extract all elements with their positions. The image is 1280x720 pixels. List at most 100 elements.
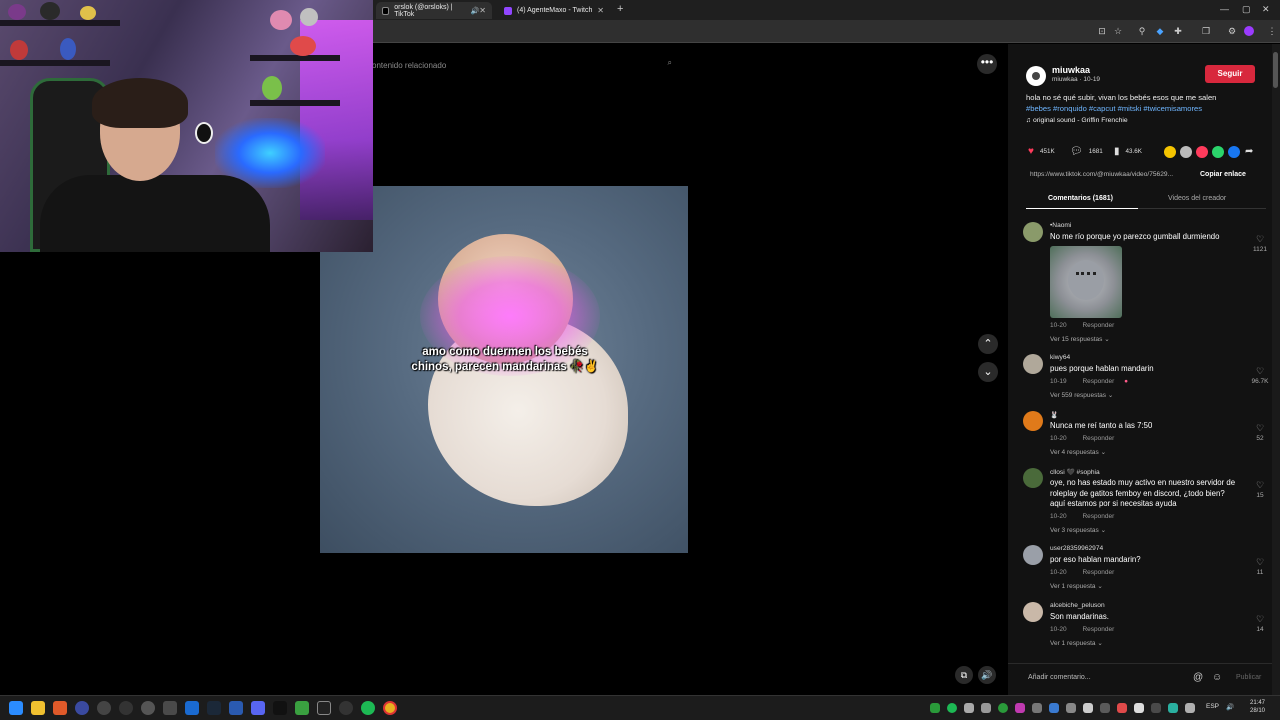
- sound-link[interactable]: ♫ original sound - Griffin Frenchie: [1026, 117, 1128, 124]
- share-arrow-icon[interactable]: ➦: [1245, 146, 1259, 157]
- tray-icon[interactable]: [1168, 703, 1178, 713]
- comment-bubble-icon[interactable]: 💬︎: [1070, 146, 1083, 157]
- reply-button[interactable]: Responder: [1082, 626, 1114, 633]
- tray-icon[interactable]: [1032, 703, 1042, 713]
- comment-like[interactable]: ♡ 96.7K: [1245, 366, 1275, 385]
- next-video-chevron-down-icon[interactable]: ⌄: [978, 362, 998, 382]
- bookmark-icon[interactable]: ▮: [1114, 146, 1120, 157]
- tab-creator-videos[interactable]: Videos del creador: [1168, 195, 1226, 202]
- tray-icon[interactable]: [1185, 703, 1195, 713]
- tray-icon[interactable]: [1100, 703, 1110, 713]
- author-name[interactable]: miuwkaa: [1052, 65, 1090, 75]
- reply-button[interactable]: Responder: [1082, 513, 1114, 520]
- hashtags[interactable]: #bebes #ronquido #capcut #mitski #twicem…: [1026, 104, 1202, 113]
- tiktok-icon[interactable]: [273, 701, 287, 715]
- app-icon[interactable]: [317, 701, 331, 715]
- view-replies-button[interactable]: Ver 1 respuesta ⌄: [1050, 582, 1103, 590]
- search-icon[interactable]: ⌕: [668, 58, 672, 68]
- tray-icon[interactable]: [1049, 703, 1059, 713]
- tray-icon[interactable]: [1066, 703, 1076, 713]
- heart-icon[interactable]: ♥: [1028, 146, 1034, 157]
- app-icon[interactable]: [295, 701, 309, 715]
- app-icon[interactable]: [229, 701, 243, 715]
- spotify-icon[interactable]: [361, 701, 375, 715]
- comment-username[interactable]: alcebiche_peluson: [1050, 602, 1105, 609]
- app-icon[interactable]: [163, 701, 177, 715]
- profile-icon[interactable]: ⚙: [1226, 25, 1238, 37]
- heart-icon[interactable]: ♡: [1245, 423, 1275, 434]
- clock[interactable]: 21:47 28/10: [1250, 699, 1265, 715]
- menu-icon[interactable]: ⋮: [1266, 25, 1278, 37]
- comment-username[interactable]: 🐰: [1050, 411, 1058, 419]
- reply-button[interactable]: Responder: [1082, 322, 1114, 329]
- volume-icon[interactable]: 🔊: [978, 666, 996, 684]
- author-avatar[interactable]: [1026, 66, 1046, 86]
- app-icon[interactable]: [185, 701, 199, 715]
- search-icon[interactable]: [53, 701, 67, 715]
- comment-like[interactable]: ♡ 1121: [1245, 234, 1275, 253]
- app-icon[interactable]: [97, 701, 111, 715]
- facebook-icon[interactable]: [1228, 146, 1240, 158]
- comment-like[interactable]: ♡ 52: [1245, 423, 1275, 442]
- tray-icon[interactable]: [947, 703, 957, 713]
- puzzle-icon[interactable]: ✚: [1172, 25, 1184, 37]
- tray-icon[interactable]: [1015, 703, 1025, 713]
- maximize-icon[interactable]: ▢: [1242, 4, 1251, 15]
- install-icon[interactable]: ⊡: [1096, 25, 1108, 37]
- bookmark-star-icon[interactable]: ☆: [1112, 25, 1124, 37]
- tray-icon[interactable]: [1083, 703, 1093, 713]
- view-replies-button[interactable]: Ver 15 respuestas ⌄: [1050, 335, 1110, 343]
- tray-icon[interactable]: [1151, 703, 1161, 713]
- publish-button[interactable]: Publicar: [1236, 674, 1261, 681]
- comment-like[interactable]: ♡ 11: [1245, 557, 1275, 576]
- tab-tiktok[interactable]: orslok (@orsloks) | TikTok 🔊 ✕: [376, 2, 492, 19]
- start-icon[interactable]: [9, 701, 23, 715]
- steam-icon[interactable]: [207, 701, 221, 715]
- share-icon[interactable]: [1196, 146, 1208, 158]
- discord-icon[interactable]: [251, 701, 265, 715]
- comment-username[interactable]: user28359962974: [1050, 545, 1103, 552]
- mention-icon[interactable]: @: [1193, 672, 1203, 683]
- app-icon[interactable]: [339, 701, 353, 715]
- picture-in-picture-icon[interactable]: ⧉: [955, 666, 973, 684]
- view-replies-button[interactable]: Ver 559 respuestas ⌄: [1050, 391, 1113, 399]
- follow-button[interactable]: Seguir: [1205, 65, 1255, 83]
- close-tab-icon[interactable]: ✕: [597, 6, 604, 15]
- video-player[interactable]: amo como duermen los bebés chinos, parec…: [320, 186, 688, 553]
- close-window-icon[interactable]: ✕: [1262, 4, 1270, 15]
- search-bar[interactable]: ontenido relacionado ⌕: [370, 54, 680, 76]
- reply-button[interactable]: Responder: [1082, 378, 1114, 385]
- video-link[interactable]: https://www.tiktok.com/@miuwkaa/video/75…: [1030, 171, 1195, 178]
- scrollbar-thumb[interactable]: [1273, 52, 1278, 88]
- tray-icon[interactable]: [1134, 703, 1144, 713]
- avatar[interactable]: [1023, 602, 1043, 622]
- comment-username[interactable]: kiwy64: [1050, 354, 1070, 361]
- share-icon[interactable]: [1180, 146, 1192, 158]
- avatar[interactable]: [1023, 411, 1043, 431]
- search-input[interactable]: ontenido relacionado: [372, 61, 446, 70]
- scrollbar[interactable]: [1272, 44, 1280, 695]
- heart-icon[interactable]: ♡: [1245, 480, 1275, 491]
- heart-icon[interactable]: ♡: [1245, 557, 1275, 568]
- extension-icon[interactable]: ⚲: [1136, 25, 1148, 37]
- view-replies-button[interactable]: Ver 4 respuestas ⌄: [1050, 448, 1106, 456]
- previous-video-chevron-up-icon[interactable]: ⌃: [978, 334, 998, 354]
- tray-icon[interactable]: [981, 703, 991, 713]
- new-tab-icon[interactable]: +: [617, 3, 623, 15]
- emoji-icon[interactable]: ☺: [1212, 672, 1222, 683]
- bookmarks-icon[interactable]: ❐: [1200, 25, 1212, 37]
- comment-stat[interactable]: 💬︎ 1681: [1070, 146, 1103, 157]
- avatar[interactable]: [1023, 354, 1043, 374]
- close-tab-icon[interactable]: ✕: [479, 6, 486, 15]
- avatar[interactable]: [1023, 468, 1043, 488]
- file-explorer-icon[interactable]: [31, 701, 45, 715]
- tray-icon[interactable]: [964, 703, 974, 713]
- avatar[interactable]: [1023, 222, 1043, 242]
- comment-username[interactable]: •Naomi: [1050, 222, 1071, 229]
- view-replies-button[interactable]: Ver 3 respuestas ⌄: [1050, 526, 1106, 534]
- comment-like[interactable]: ♡ 15: [1245, 480, 1275, 499]
- app-icon[interactable]: [75, 701, 89, 715]
- tab-twitch[interactable]: (4) AgenteMaxo - Twitch ✕: [498, 2, 610, 19]
- app-icon[interactable]: [119, 701, 133, 715]
- whatsapp-icon[interactable]: [1212, 146, 1224, 158]
